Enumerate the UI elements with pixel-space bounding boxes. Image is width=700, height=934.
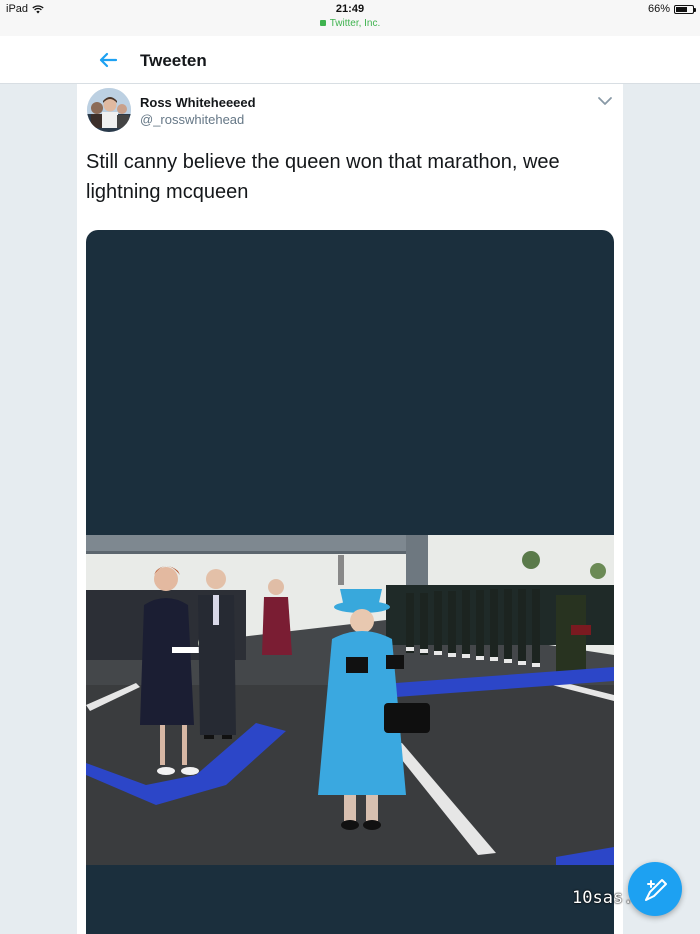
lock-icon	[319, 20, 326, 26]
tweet-menu-button[interactable]	[597, 94, 613, 106]
chevron-down-icon	[598, 97, 612, 105]
compose-tweet-button[interactable]	[628, 862, 682, 916]
page-title: Tweeten	[140, 51, 207, 70]
user-handle[interactable]: @_rosswhitehead	[140, 112, 244, 127]
site-indicator: Twitter, Inc.	[0, 18, 700, 29]
tweet-media[interactable]	[86, 230, 614, 934]
arrow-left-icon	[99, 52, 118, 68]
compose-tweet-icon	[645, 879, 667, 901]
avatar-image	[87, 88, 131, 132]
top-nav-bar: Tweeten	[0, 36, 700, 84]
battery-fill	[676, 6, 687, 12]
tweet-photo[interactable]	[86, 535, 614, 865]
status-bar: iPad 21:49 Twitter, Inc. 66%	[0, 0, 700, 36]
tweet-card[interactable]: Ross Whiteheeeed @_rosswhitehead Still c…	[77, 84, 623, 934]
display-name[interactable]: Ross Whiteheeeed	[140, 95, 256, 110]
clock: 21:49	[335, 3, 365, 15]
site-name: Twitter, Inc.	[329, 18, 381, 29]
battery-icon	[674, 4, 696, 14]
back-button[interactable]	[96, 48, 120, 72]
battery-percent: 66%	[647, 3, 670, 15]
avatar[interactable]	[87, 88, 131, 132]
battery-indicator: 66%	[647, 3, 696, 15]
tweet-text: Still canny believe the queen won that m…	[86, 151, 560, 203]
